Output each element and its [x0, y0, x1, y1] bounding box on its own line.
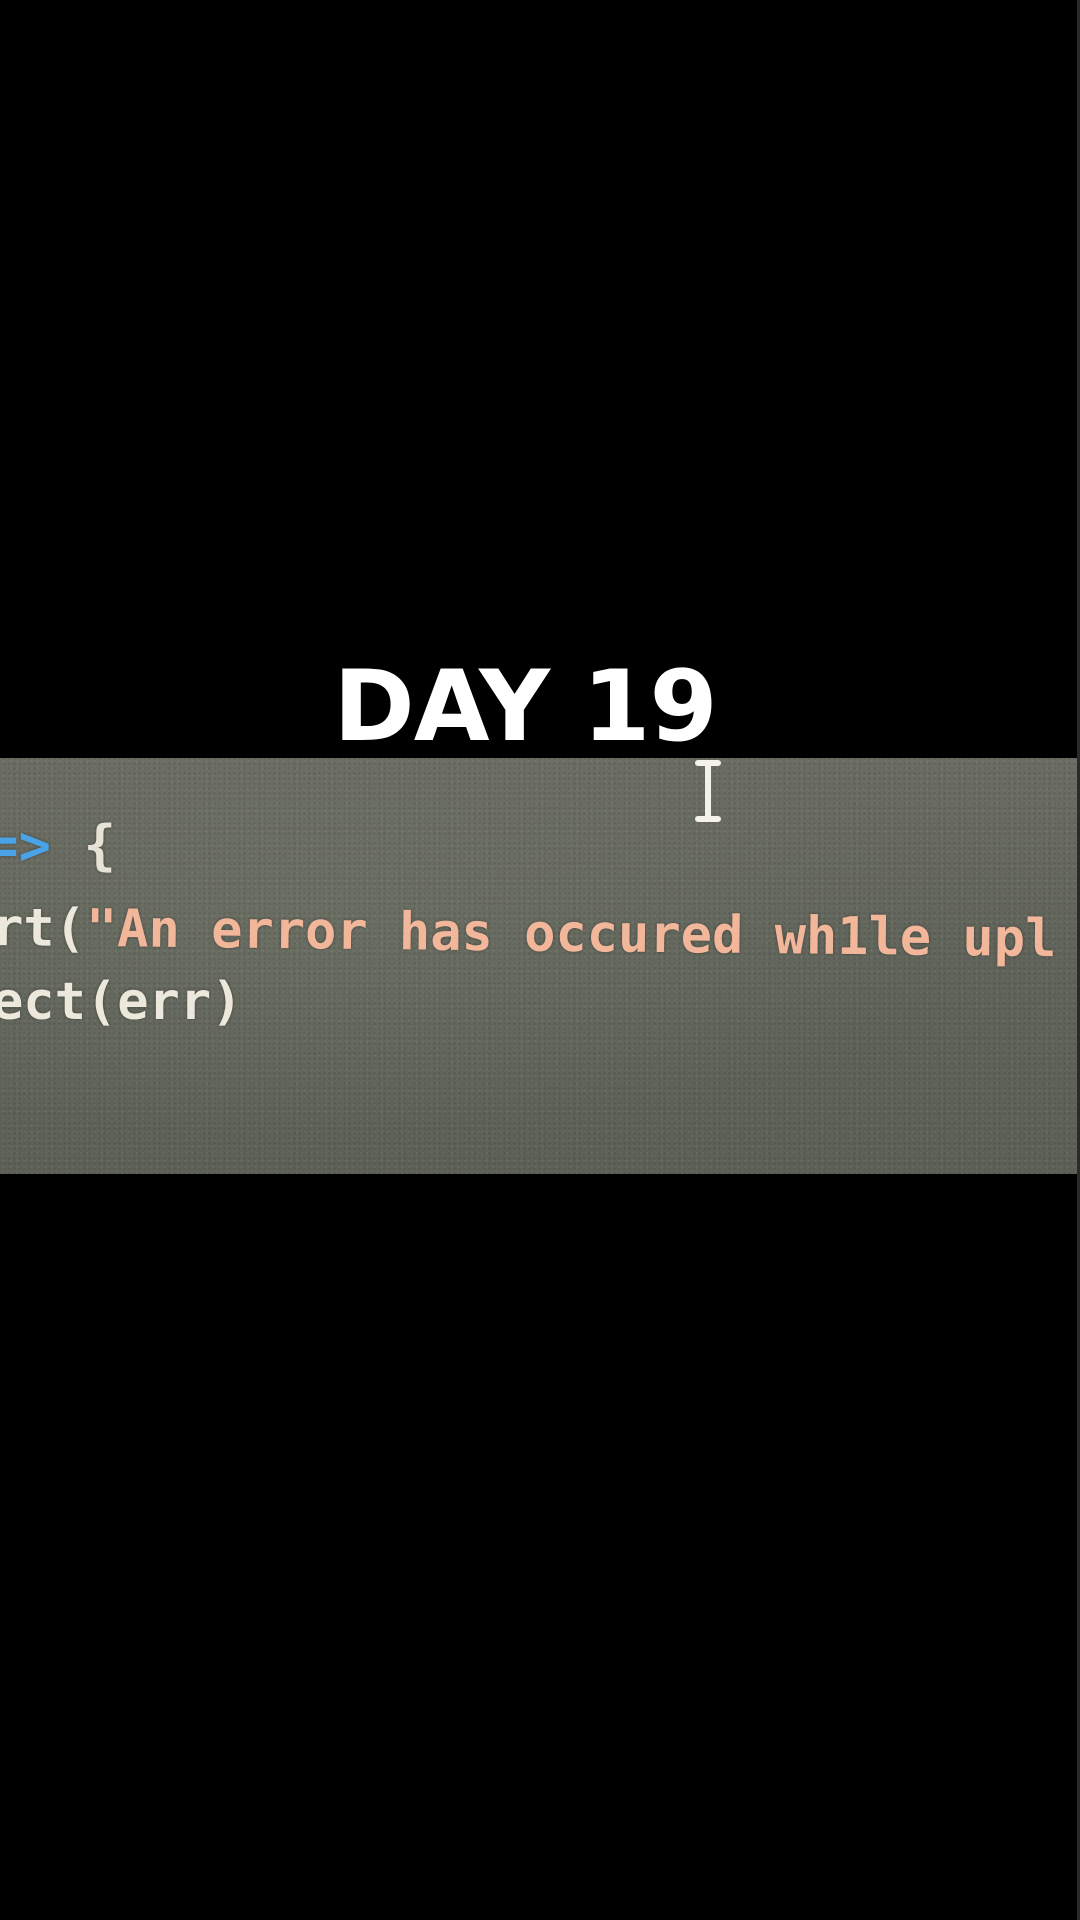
code-line-arrow: => { [0, 814, 116, 877]
text-cursor-icon [695, 760, 721, 822]
video-frame: DAY 19 => { rt("An error has occured wh1… [0, 0, 1080, 1920]
code-screen-photo: => { rt("An error has occured wh1le upl … [0, 758, 1080, 1174]
error-string-token: "An error has occured wh1le upl [85, 898, 1057, 970]
alert-call-token: rt( [0, 898, 87, 959]
day-caption: DAY 19 [333, 650, 717, 764]
brace-token: { [83, 814, 117, 877]
arrow-token: => [0, 814, 52, 877]
code-line-reject: ect(err) [0, 972, 243, 1032]
code-line-alert: rt("An error has occured wh1le upl [0, 898, 1057, 969]
